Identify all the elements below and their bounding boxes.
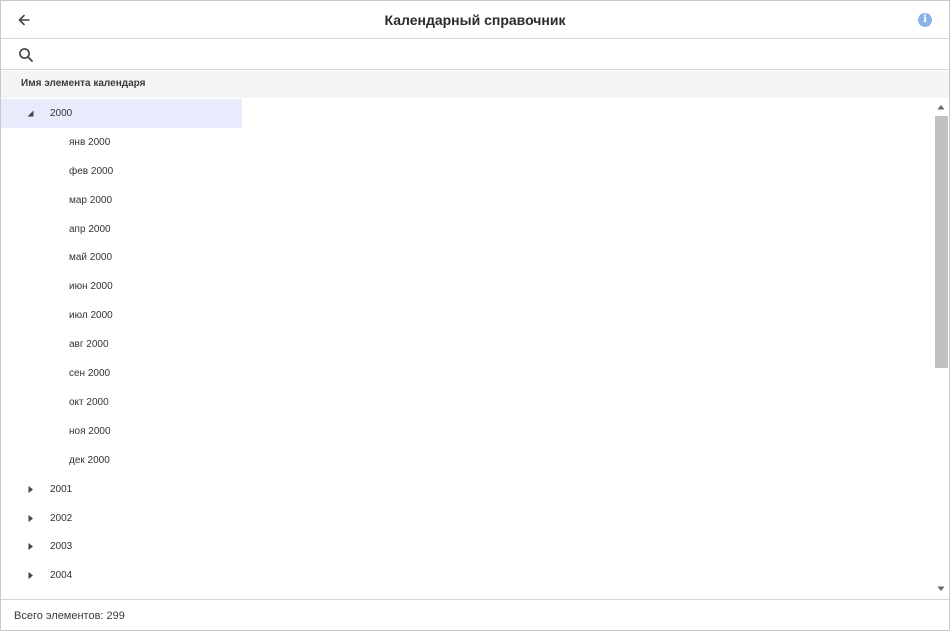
- expand-triangle-icon[interactable]: [27, 543, 34, 550]
- tree-node-label: мар 2000: [69, 195, 113, 206]
- tree-node-label: дек 2000: [69, 455, 110, 466]
- search-bar: [1, 40, 949, 70]
- tree-node-label: сен 2000: [69, 368, 111, 379]
- total-elements-count: Всего элементов: 299: [14, 610, 125, 622]
- tree-node-label: окт 2000: [69, 397, 109, 408]
- tree-node-month[interactable]: авг 2000: [1, 330, 242, 359]
- tree-node-label: 2001: [50, 484, 73, 495]
- tree-node-label: ноя 2000: [69, 426, 111, 437]
- tree-node-month[interactable]: май 2000: [1, 243, 242, 272]
- tree-node-label: апр 2000: [69, 224, 111, 235]
- tree-node-label: 2002: [50, 513, 73, 524]
- tree-node-month[interactable]: фев 2000: [1, 157, 242, 186]
- search-input[interactable]: [41, 44, 921, 66]
- search-icon[interactable]: [18, 47, 34, 63]
- collapse-triangle-icon[interactable]: [27, 110, 34, 117]
- tree-node-label: 2004: [50, 570, 73, 581]
- tree-node-month[interactable]: сен 2000: [1, 359, 242, 388]
- tree-node-label: май 2000: [69, 252, 113, 263]
- tree-node-label: 2000: [50, 108, 73, 119]
- vertical-scrollbar[interactable]: [933, 98, 949, 599]
- tree-node-year[interactable]: 2003: [1, 532, 242, 561]
- scroll-thumb[interactable]: [935, 116, 948, 368]
- status-footer: Всего элементов: 299: [1, 599, 949, 630]
- tree-node-label: авг 2000: [69, 339, 109, 350]
- calendar-reference-window: Календарный справочник i Имя элемента ка…: [0, 0, 950, 631]
- column-header-label: Имя элемента календаря: [21, 78, 146, 89]
- expand-triangle-icon[interactable]: [27, 572, 34, 579]
- header-bar: Календарный справочник i: [1, 1, 949, 39]
- expand-triangle-icon[interactable]: [27, 515, 34, 522]
- expand-triangle-icon[interactable]: [27, 486, 34, 493]
- tree-node-month[interactable]: окт 2000: [1, 388, 242, 417]
- tree-node-year[interactable]: 2002: [1, 504, 242, 533]
- tree-node-label: июн 2000: [69, 281, 113, 292]
- tree-node-month[interactable]: мар 2000: [1, 186, 242, 215]
- tree-node-month[interactable]: ноя 2000: [1, 417, 242, 446]
- tree-node-label: фев 2000: [69, 166, 114, 177]
- tree-node-label: янв 2000: [69, 137, 111, 148]
- column-header: Имя элемента календаря: [1, 71, 949, 98]
- scroll-down-arrow-icon[interactable]: [937, 586, 945, 592]
- tree-node-label: июл 2000: [69, 310, 113, 321]
- info-icon[interactable]: i: [918, 13, 932, 27]
- tree-node-month[interactable]: янв 2000: [1, 128, 242, 157]
- tree-node-year[interactable]: 2001: [1, 475, 242, 504]
- tree-node-month[interactable]: дек 2000: [1, 446, 242, 475]
- scroll-up-arrow-icon[interactable]: [937, 104, 945, 110]
- tree-node-month[interactable]: июн 2000: [1, 272, 242, 301]
- tree-node-month[interactable]: июл 2000: [1, 301, 242, 330]
- tree-node-year[interactable]: 2004: [1, 561, 242, 590]
- tree-node-year[interactable]: 2000: [1, 99, 242, 128]
- calendar-tree: 2000 янв 2000 фев 2000 мар 2000 апр 2000 май …: [1, 98, 933, 599]
- page-title: Календарный справочник: [384, 12, 566, 28]
- tree-node-label: 2003: [50, 541, 73, 552]
- tree-node-month[interactable]: апр 2000: [1, 215, 242, 244]
